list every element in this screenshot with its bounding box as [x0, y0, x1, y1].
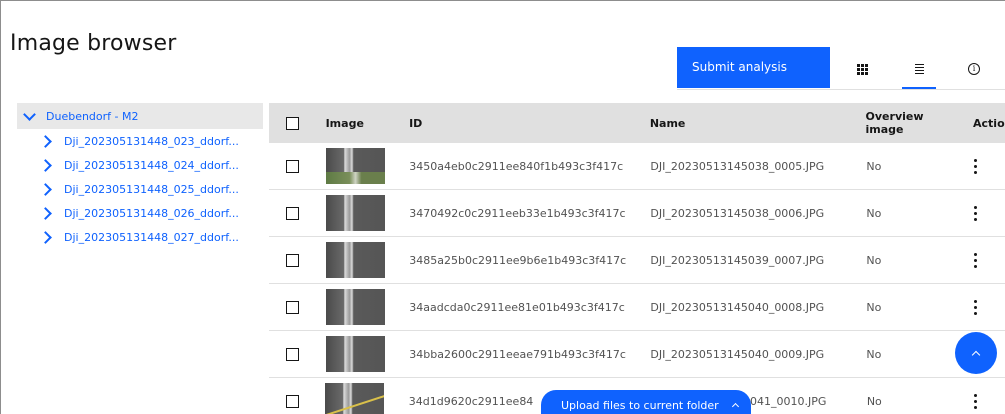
chevron-right-icon[interactable] — [39, 158, 52, 172]
chevron-right-icon[interactable] — [39, 206, 52, 220]
select-all-checkbox[interactable] — [285, 116, 299, 130]
app-window: Image browser Submit analysis i Duebendo… — [0, 0, 1005, 414]
tree-node[interactable]: Dji_202305131448_025_ddorf... — [17, 177, 263, 201]
tree-node-label: Dji_202305131448_023_ddorf... — [64, 134, 239, 148]
cell-name: DJI_20230513145040_0008.JPG — [650, 300, 825, 314]
image-table: Image ID Name Overview image Actions 345… — [269, 103, 1005, 414]
table-row[interactable]: 3470492c0c2911eeb33e1b493c3f417c DJI_202… — [269, 190, 1005, 237]
info-icon: i — [968, 63, 980, 75]
image-thumbnail[interactable] — [325, 383, 385, 414]
row-checkbox[interactable] — [285, 300, 299, 314]
cell-overview: No — [866, 300, 882, 314]
cell-name: DJI_20230513145038_0006.JPG — [650, 206, 825, 220]
cell-overview: No — [866, 206, 882, 220]
tree-node-label: Dji_202305131448_026_ddorf... — [64, 206, 239, 220]
cell-name: DJI_20230513145040_0009.JPG — [650, 347, 825, 361]
cell-overview: No — [866, 159, 882, 173]
table-row[interactable]: 34bba2600c2911eeae791b493c3f417c DJI_202… — [269, 331, 1005, 378]
overflow-menu-icon[interactable] — [973, 205, 978, 221]
scroll-to-top-button[interactable] — [955, 332, 997, 374]
header-id: ID — [409, 116, 423, 130]
tree-node-label: Dji_202305131448_025_ddorf... — [64, 182, 239, 196]
chevron-right-icon[interactable] — [39, 134, 52, 148]
list-view-icon — [914, 64, 924, 74]
image-thumbnail[interactable] — [325, 242, 385, 278]
toolbar-divider — [677, 89, 1005, 90]
cell-id: 3485a25b0c2911ee9b6e1b493c3f417c — [409, 253, 627, 267]
tree-node[interactable]: Dji_202305131448_026_ddorf... — [17, 201, 263, 225]
tree-node[interactable]: Dji_202305131448_027_ddorf... — [17, 225, 263, 249]
tree-node-label: Duebendorf - M2 — [46, 109, 139, 123]
chevron-up-icon — [731, 402, 739, 411]
image-thumbnail[interactable] — [325, 336, 385, 372]
tree-node[interactable]: Dji_202305131448_023_ddorf... — [17, 129, 263, 153]
tree-node-label: Dji_202305131448_024_ddorf... — [64, 158, 239, 172]
submit-analysis-button[interactable]: Submit analysis — [677, 47, 830, 88]
row-checkbox[interactable] — [285, 253, 299, 267]
table-row[interactable]: 3450a4eb0c2911ee840f1b493c3f417c DJI_202… — [269, 143, 1005, 190]
chevron-up-icon — [971, 350, 981, 359]
info-button[interactable]: i — [955, 53, 993, 85]
cell-overview: No — [866, 347, 882, 361]
cell-overview: No — [866, 394, 882, 408]
overflow-menu-icon[interactable] — [973, 158, 978, 174]
grid-view-button[interactable] — [843, 53, 881, 85]
chevron-down-icon[interactable] — [23, 107, 36, 121]
image-thumbnail[interactable] — [325, 289, 385, 325]
overflow-menu-icon[interactable] — [974, 393, 978, 409]
header-overview-image: Overview image — [865, 110, 924, 136]
row-checkbox[interactable] — [285, 206, 299, 220]
cell-name: DJI_20230513145039_0007.JPG — [650, 253, 825, 267]
chevron-right-icon[interactable] — [39, 182, 52, 196]
row-checkbox[interactable] — [285, 347, 299, 361]
folder-tree: Duebendorf - M2 Dji_202305131448_023_ddo… — [17, 103, 263, 249]
row-checkbox[interactable] — [285, 159, 299, 173]
cell-name: DJI_20230513145038_0005.JPG — [650, 159, 825, 173]
tree-node-label: Dji_202305131448_027_ddorf... — [64, 230, 239, 244]
tree-node-root[interactable]: Duebendorf - M2 — [17, 103, 263, 129]
image-thumbnail[interactable] — [325, 195, 385, 231]
overflow-menu-icon[interactable] — [973, 299, 978, 315]
overflow-menu-icon[interactable] — [973, 252, 978, 268]
list-view-button[interactable] — [900, 53, 938, 89]
tree-node[interactable]: Dji_202305131448_024_ddorf... — [17, 153, 263, 177]
header-name: Name — [649, 116, 686, 130]
chevron-right-icon[interactable] — [39, 230, 52, 244]
table-row[interactable]: 3485a25b0c2911ee9b6e1b493c3f417c DJI_202… — [269, 237, 1005, 284]
page-title: Image browser — [10, 31, 177, 56]
cell-overview: No — [866, 253, 882, 267]
image-thumbnail[interactable] — [325, 148, 385, 184]
header-image: Image — [325, 116, 364, 130]
grid-view-icon — [856, 63, 868, 75]
table-row[interactable]: 34aadcda0c2911ee81e01b493c3f417c DJI_202… — [269, 284, 1005, 331]
cell-id: 34bba2600c2911eeae791b493c3f417c — [409, 347, 626, 361]
row-checkbox[interactable] — [285, 394, 299, 408]
cell-id: 34aadcda0c2911ee81e01b493c3f417c — [409, 300, 625, 314]
header-actions: Actions — [973, 116, 1005, 130]
table-header: Image ID Name Overview image Actions — [269, 103, 1005, 143]
upload-label: Upload files to current folder — [561, 398, 719, 412]
cell-id: 3470492c0c2911eeb33e1b493c3f417c — [409, 206, 626, 220]
upload-files-button[interactable]: Upload files to current folder — [541, 390, 751, 414]
cell-id: 3450a4eb0c2911ee840f1b493c3f417c — [409, 159, 624, 173]
